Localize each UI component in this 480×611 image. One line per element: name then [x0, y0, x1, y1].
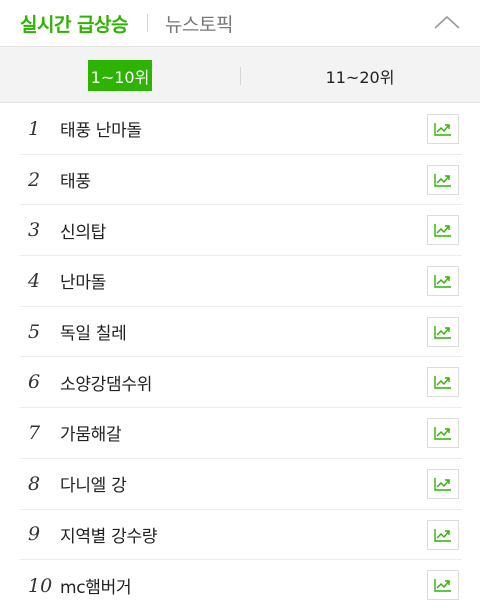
subtab-divider: [240, 67, 241, 85]
rank-number: 7: [28, 421, 41, 444]
trend-button[interactable]: [427, 367, 459, 398]
keyword-link[interactable]: 난마돌: [60, 268, 106, 293]
rank-number: 6: [28, 371, 41, 394]
rank-number: 9: [28, 523, 41, 546]
keyword-link[interactable]: 다니엘 강: [60, 471, 127, 496]
keyword-link[interactable]: 독일 칠레: [60, 319, 127, 344]
ranking-item[interactable]: 1 태풍 난마돌: [20, 104, 462, 155]
ranking-item[interactable]: 6 소양강댐수위: [20, 357, 462, 409]
trend-chart-icon: [434, 224, 451, 238]
trend-chart-icon: [434, 173, 451, 187]
rank-number: 5: [28, 320, 41, 343]
rank-number: 4: [28, 269, 41, 292]
ranking-list: 1 태풍 난마돌 2 태풍 3 신의탑 4 난마돌 5 독일 칠레 6 소양강댐…: [20, 104, 462, 611]
trend-chart-icon: [434, 579, 451, 592]
trend-chart-icon: [434, 528, 451, 542]
rank-range-tabs: 1~10위 11~20위: [0, 46, 480, 103]
ranking-item[interactable]: 10 mc햄버거: [20, 560, 462, 611]
keyword-link[interactable]: 태풍: [60, 167, 91, 192]
tab-rank-11-20[interactable]: 11~20위: [310, 60, 410, 91]
trend-button[interactable]: [427, 316, 459, 347]
trend-button[interactable]: [427, 468, 459, 499]
keyword-link[interactable]: mc햄버거: [60, 573, 132, 598]
keyword-link[interactable]: 신의탑: [60, 218, 106, 243]
keyword-link[interactable]: 소양강댐수위: [60, 370, 152, 395]
ranking-item[interactable]: 2 태풍: [20, 155, 462, 206]
trend-button[interactable]: [427, 215, 459, 246]
trend-chart-icon: [434, 477, 451, 491]
trend-button[interactable]: [427, 266, 459, 297]
ranking-item[interactable]: 7 가뭄해갈: [20, 408, 462, 459]
ranking-item[interactable]: 4 난마돌: [20, 256, 462, 307]
ranking-item[interactable]: 8 다니엘 강: [20, 459, 462, 510]
trend-chart-icon: [434, 376, 451, 390]
keyword-link[interactable]: 태풍 난마돌: [60, 116, 142, 141]
ranking-item[interactable]: 5 독일 칠레: [20, 307, 462, 358]
trend-button[interactable]: [427, 418, 459, 449]
chevron-up-icon: [434, 15, 460, 29]
tab-rank-1-10[interactable]: 1~10위: [88, 60, 152, 91]
header: 실시간 급상승 뉴스토픽: [0, 0, 480, 46]
rank-number: 10: [28, 574, 53, 597]
trend-chart-icon: [434, 325, 451, 339]
ranking-item[interactable]: 9 지역별 강수량: [20, 510, 462, 561]
keyword-link[interactable]: 가뭄해갈: [60, 420, 122, 445]
trend-chart-icon: [434, 123, 451, 136]
collapse-button[interactable]: [432, 9, 462, 35]
trend-chart-icon: [434, 275, 451, 288]
header-divider: [147, 14, 148, 32]
rank-number: 8: [28, 472, 41, 495]
rank-number: 1: [28, 117, 41, 140]
trend-button[interactable]: [427, 114, 459, 144]
tab-realtime[interactable]: 실시간 급상승: [20, 10, 129, 37]
trend-chart-icon: [434, 427, 451, 440]
ranking-item[interactable]: 3 신의탑: [20, 205, 462, 257]
trend-button[interactable]: [427, 519, 459, 550]
trend-button[interactable]: [427, 164, 459, 195]
trend-button[interactable]: [427, 570, 459, 601]
tab-news-topic[interactable]: 뉴스토픽: [165, 10, 233, 37]
keyword-link[interactable]: 지역별 강수량: [60, 522, 157, 547]
rank-number: 2: [28, 168, 41, 191]
rank-number: 3: [28, 219, 41, 242]
